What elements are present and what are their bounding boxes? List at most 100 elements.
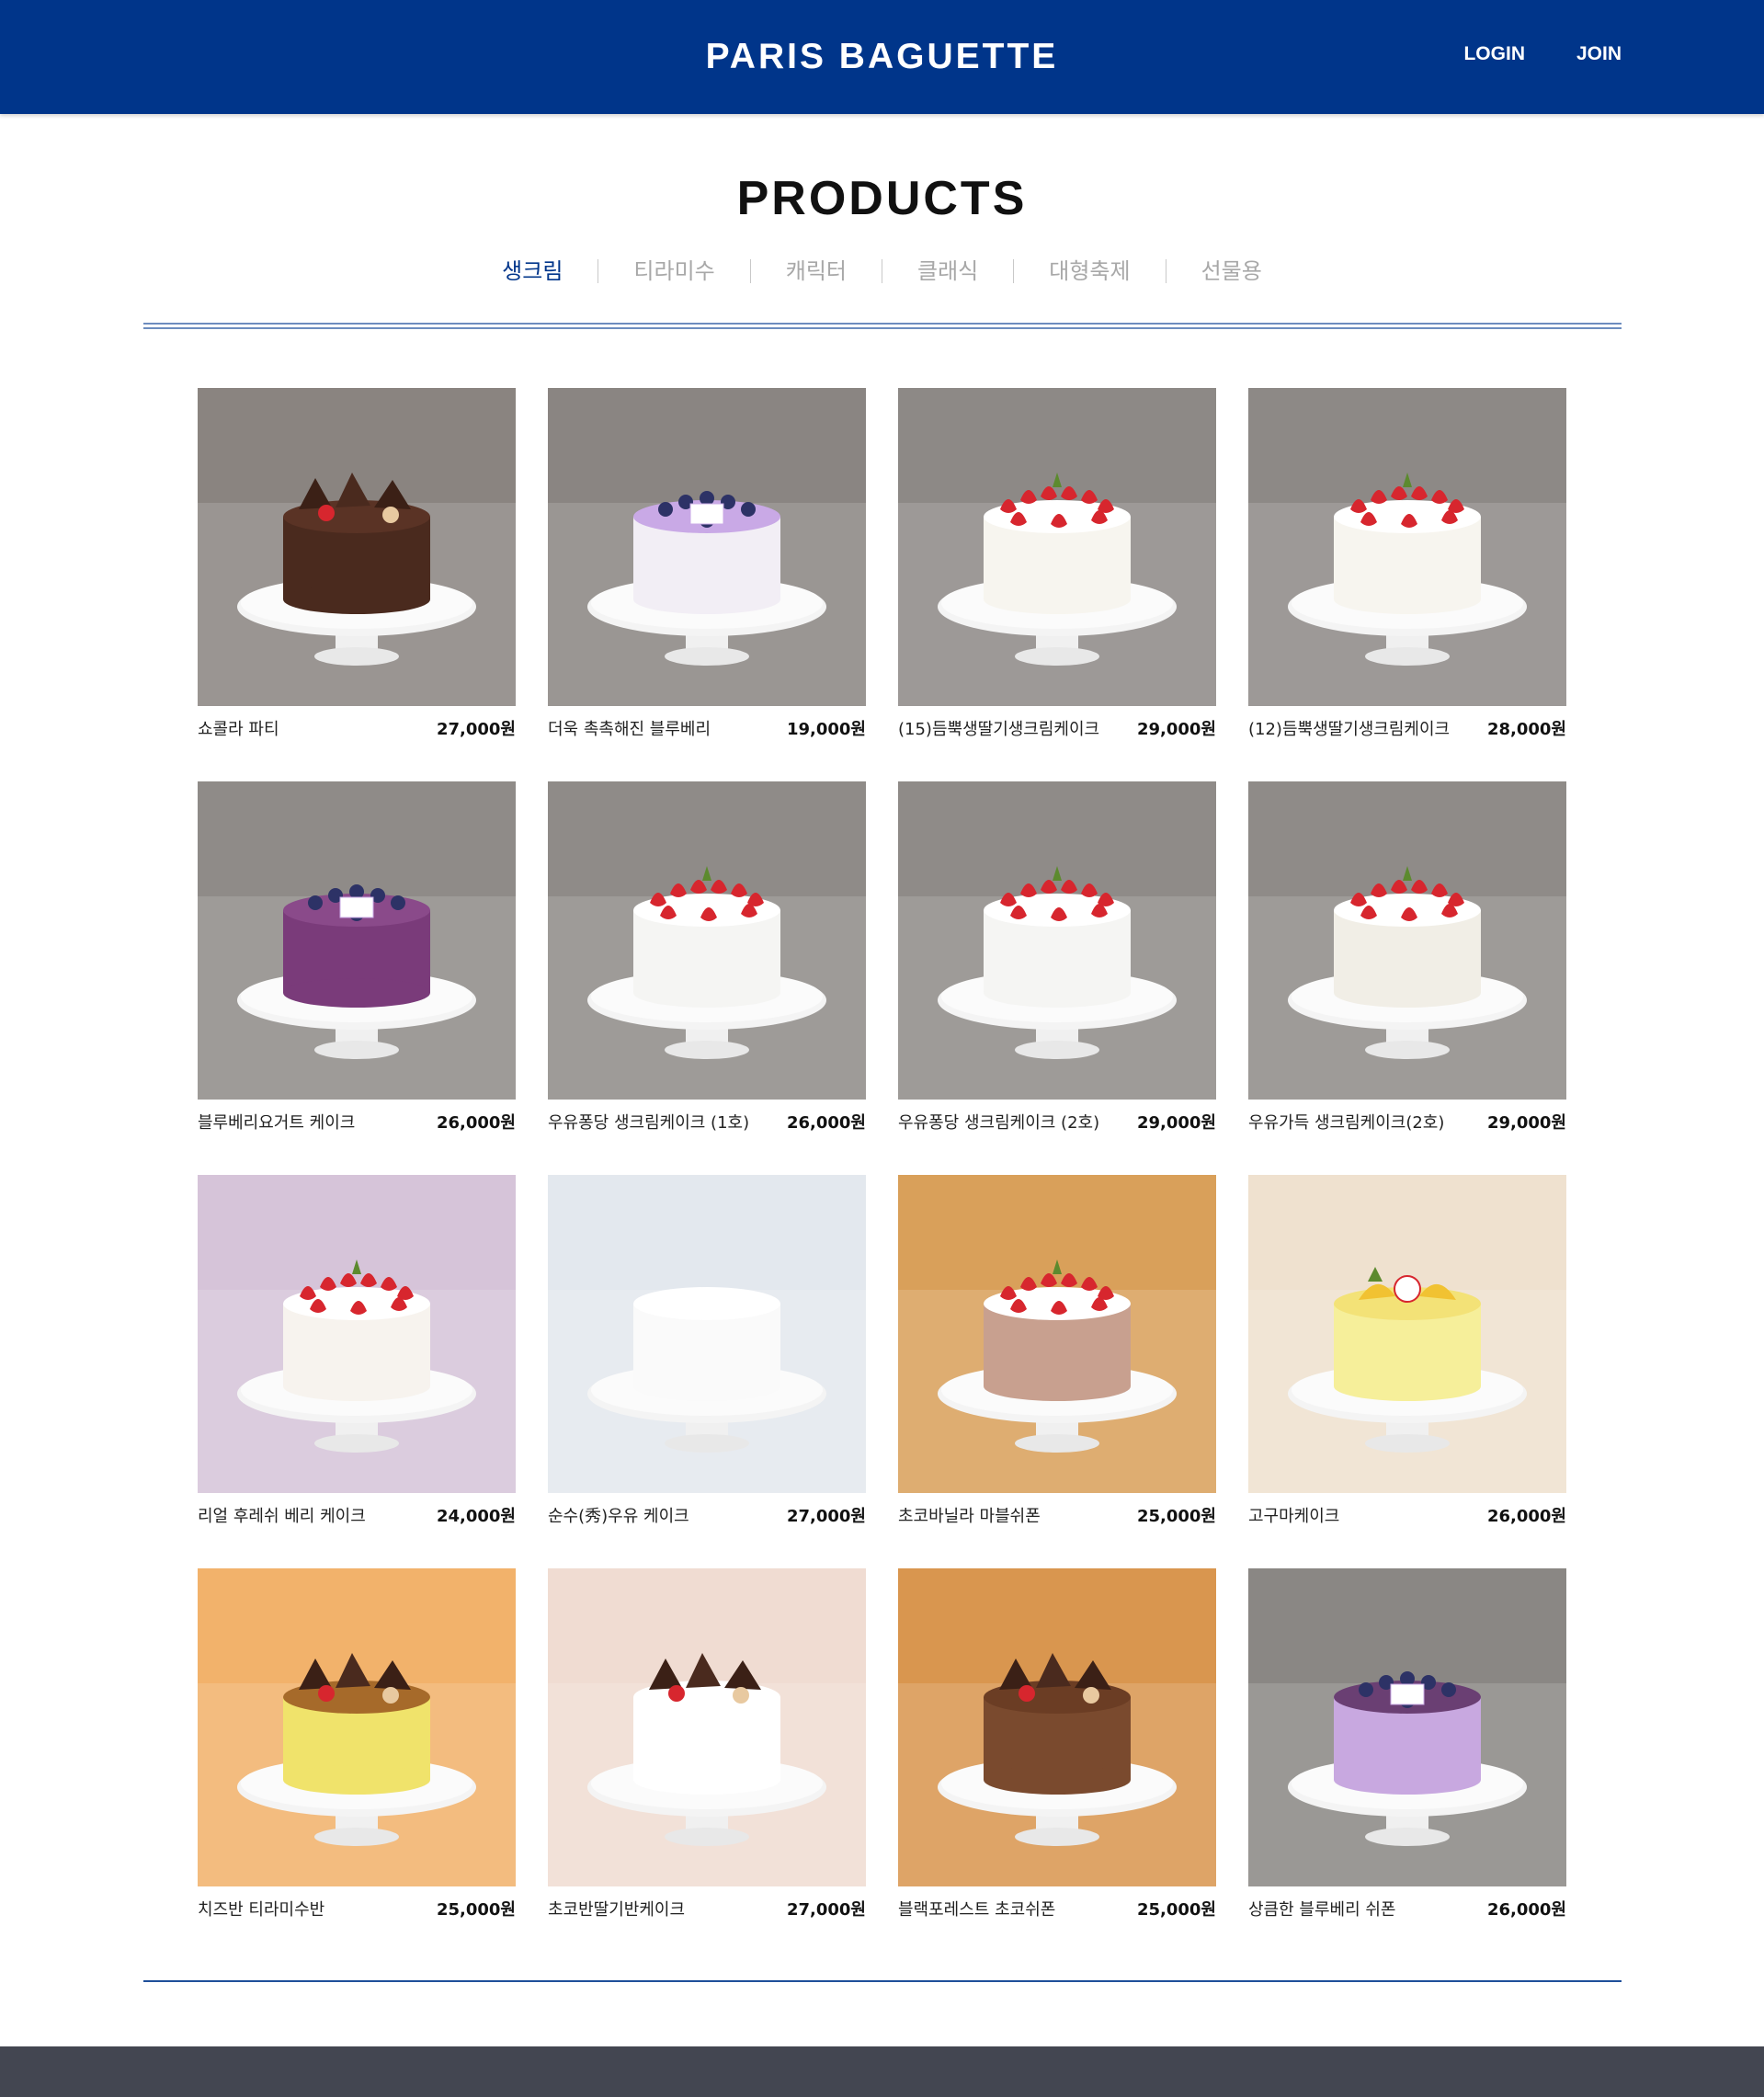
product-caption: 고구마케이크 26,000원 [1248,1493,1566,1533]
cake-photo [198,1568,516,1886]
login-link[interactable]: LOGIN [1463,43,1525,65]
product-card[interactable]: 초코반딸기반케이크 27,000원 [548,1568,866,1927]
product-image[interactable] [1248,1568,1566,1886]
product-image[interactable] [198,388,516,706]
product-card[interactable]: 블랙포레스트 초코쉬폰 25,000원 [898,1568,1216,1927]
category-tab[interactable]: 캐릭터 [751,256,882,287]
product-card[interactable]: 순수(秀)우유 케이크 27,000원 [548,1175,866,1533]
product-name[interactable]: 고구마케이크 [1248,1503,1339,1527]
product-name[interactable]: (15)듬뿍생딸기생크림케이크 [898,716,1099,740]
product-caption: 우유퐁당 생크림케이크 (1호) 26,000원 [548,1100,866,1140]
product-card[interactable]: 치즈반 티라미수반 25,000원 [198,1568,516,1927]
product-card[interactable]: 블루베리요거트 케이크 26,000원 [198,781,516,1140]
product-card[interactable]: 상큼한 블루베리 쉬폰 26,000원 [1248,1568,1566,1927]
product-image[interactable] [898,1175,1216,1493]
account-nav: LOGIN JOIN [1463,43,1622,65]
product-name[interactable]: 초코바닐라 마블쉬폰 [898,1503,1041,1527]
cake-photo [898,1568,1216,1886]
product-grid: 쇼콜라 파티 27,000원 더욱 촉촉해진 블루베리 19,000원 (15)듬뿍생딸… [198,388,1566,1927]
product-price: 29,000원 [1136,720,1216,739]
product-caption: (15)듬뿍생딸기생크림케이크 29,000원 [898,706,1216,746]
product-price: 29,000원 [1486,1113,1566,1133]
top-divider [143,323,1622,329]
product-image[interactable] [1248,781,1566,1100]
product-card[interactable]: 우유퐁당 생크림케이크 (1호) 26,000원 [548,781,866,1140]
product-caption: 더욱 촉촉해진 블루베리 19,000원 [548,706,866,746]
product-image[interactable] [898,388,1216,706]
cake-photo [898,781,1216,1100]
product-price: 25,000원 [436,1900,516,1920]
product-price: 19,000원 [786,720,866,739]
product-image[interactable] [548,388,866,706]
cake-photo [548,388,866,706]
product-price: 26,000원 [1486,1507,1566,1526]
product-image[interactable] [198,1568,516,1886]
product-name[interactable]: 우유퐁당 생크림케이크 (1호) [548,1110,749,1134]
product-name[interactable]: 블랙포레스트 초코쉬폰 [898,1897,1055,1920]
cake-photo [1248,1568,1566,1886]
join-link[interactable]: JOIN [1576,43,1622,65]
product-image[interactable] [548,781,866,1100]
product-name[interactable]: 순수(秀)우유 케이크 [548,1503,689,1527]
product-price: 28,000원 [1486,720,1566,739]
product-name[interactable]: 블루베리요거트 케이크 [198,1110,355,1134]
cake-photo [1248,388,1566,706]
category-tab[interactable]: 클래식 [882,256,1013,287]
product-card[interactable]: 더욱 촉촉해진 블루베리 19,000원 [548,388,866,746]
category-tab[interactable]: 티라미수 [598,256,749,287]
product-card[interactable]: 고구마케이크 26,000원 [1248,1175,1566,1533]
cake-photo [898,388,1216,706]
product-card[interactable]: 우유가득 생크림케이크(2호) 29,000원 [1248,781,1566,1140]
product-caption: 리얼 후레쉬 베리 케이크 24,000원 [198,1493,516,1533]
product-card[interactable]: 리얼 후레쉬 베리 케이크 24,000원 [198,1175,516,1533]
product-image[interactable] [1248,388,1566,706]
category-tabs: 생크림 티라미수 캐릭터 클래식 대형축제 선물용 [0,256,1764,287]
product-caption: 순수(秀)우유 케이크 27,000원 [548,1493,866,1533]
category-tab[interactable]: 대형축제 [1014,256,1165,287]
cake-photo [198,1175,516,1493]
page-title: PRODUCTS [736,172,1028,225]
product-caption: 우유퐁당 생크림케이크 (2호) 29,000원 [898,1100,1216,1140]
product-card[interactable]: (12)듬뿍생딸기생크림케이크 28,000원 [1248,388,1566,746]
product-name[interactable]: 더욱 촉촉해진 블루베리 [548,716,711,740]
product-price: 26,000원 [786,1113,866,1133]
product-card[interactable]: 우유퐁당 생크림케이크 (2호) 29,000원 [898,781,1216,1140]
cake-photo [198,781,516,1100]
category-tab[interactable]: 생크림 [467,256,597,287]
product-price: 27,000원 [786,1900,866,1920]
site-footer [0,2046,1764,2097]
product-image[interactable] [198,781,516,1100]
product-card[interactable]: 초코바닐라 마블쉬폰 25,000원 [898,1175,1216,1533]
product-image[interactable] [898,1568,1216,1886]
product-name[interactable]: 치즈반 티라미수반 [198,1897,324,1920]
product-image[interactable] [898,781,1216,1100]
cake-photo [1248,781,1566,1100]
product-price: 27,000원 [786,1507,866,1526]
product-price: 29,000원 [1136,1113,1216,1133]
product-price: 25,000원 [1136,1900,1216,1920]
bottom-divider [143,1980,1622,1982]
product-price: 24,000원 [436,1507,516,1526]
product-caption: 블랙포레스트 초코쉬폰 25,000원 [898,1886,1216,1927]
cake-photo [198,388,516,706]
product-name[interactable]: (12)듬뿍생딸기생크림케이크 [1248,716,1450,740]
product-name[interactable]: 초코반딸기반케이크 [548,1897,685,1920]
product-caption: 치즈반 티라미수반 25,000원 [198,1886,516,1927]
product-image[interactable] [548,1568,866,1886]
product-image[interactable] [1248,1175,1566,1493]
cake-photo [548,1568,866,1886]
product-caption: 블루베리요거트 케이크 26,000원 [198,1100,516,1140]
product-name[interactable]: 상큼한 블루베리 쉬폰 [1248,1897,1395,1920]
product-caption: 초코반딸기반케이크 27,000원 [548,1886,866,1927]
category-tab[interactable]: 선물용 [1167,256,1297,287]
product-image[interactable] [198,1175,516,1493]
product-image[interactable] [548,1175,866,1493]
product-name[interactable]: 우유가득 생크림케이크(2호) [1248,1110,1444,1134]
product-card[interactable]: (15)듬뿍생딸기생크림케이크 29,000원 [898,388,1216,746]
product-name[interactable]: 쇼콜라 파티 [198,716,279,740]
product-caption: 상큼한 블루베리 쉬폰 26,000원 [1248,1886,1566,1927]
product-name[interactable]: 리얼 후레쉬 베리 케이크 [198,1503,366,1527]
product-name[interactable]: 우유퐁당 생크림케이크 (2호) [898,1110,1099,1134]
product-card[interactable]: 쇼콜라 파티 27,000원 [198,388,516,746]
product-caption: 쇼콜라 파티 27,000원 [198,706,516,746]
